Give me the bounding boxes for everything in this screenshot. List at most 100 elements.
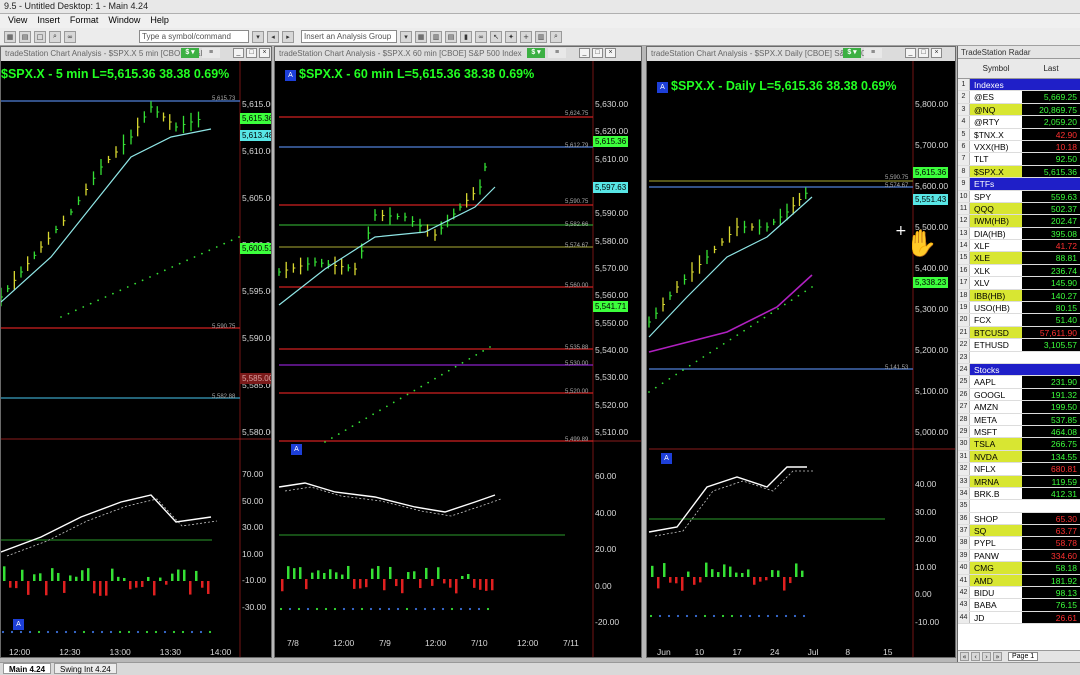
symbol-cell[interactable]: META <box>970 414 1022 425</box>
symbol-cell[interactable]: @NQ <box>970 103 1022 116</box>
symbol-cell[interactable]: BABA <box>970 599 1022 610</box>
radar-row[interactable]: 5 $TNX.X 42.90 <box>958 128 1080 141</box>
symbol-cell[interactable]: AMD <box>970 574 1022 587</box>
radar-row[interactable]: 13 DIA(HB) 395.08 <box>958 227 1080 241</box>
last-column-header[interactable]: Last <box>1022 59 1080 78</box>
close-icon[interactable]: × <box>259 48 270 58</box>
back-icon[interactable]: ◂ <box>267 30 279 43</box>
first-page-icon[interactable]: « <box>960 652 969 661</box>
symbol-cell[interactable]: GOOGL <box>970 389 1022 400</box>
symbol-cell[interactable]: PANW <box>970 550 1022 561</box>
radar-row[interactable]: 2 @ES 5,669.25 <box>958 91 1080 104</box>
link-icon[interactable]: ∞ <box>64 30 76 43</box>
table-icon[interactable]: ▥ <box>430 30 442 43</box>
radar-row[interactable]: 22 ETHUSD 3,105.57 <box>958 339 1080 352</box>
bars-icon[interactable]: ▮ <box>460 30 472 43</box>
dropdown-icon[interactable]: ▾ <box>400 30 412 43</box>
tab-swing[interactable]: Swing Int 4.24 <box>54 663 117 674</box>
next-page-icon[interactable]: › <box>982 652 991 661</box>
symbol-cell[interactable]: TSLA <box>970 438 1022 450</box>
menu-help[interactable]: Help <box>150 15 169 27</box>
symbol-cell[interactable]: XLE <box>970 252 1022 264</box>
dollar-button[interactable]: $ ▾ <box>843 48 861 58</box>
symbol-cell[interactable]: NVDA <box>970 450 1022 463</box>
radar-row[interactable]: 37 SQ 63.77 <box>958 525 1080 538</box>
radar-row[interactable]: 32 NFLX 680.81 <box>958 463 1080 476</box>
page-tab[interactable]: Page 1 <box>1008 652 1039 661</box>
radar-row[interactable]: 26 GOOGL 191.32 <box>958 388 1080 402</box>
menu-insert[interactable]: Insert <box>37 15 60 27</box>
symbol-cell[interactable]: @RTY <box>970 116 1022 127</box>
symbol-cell[interactable]: ETHUSD <box>970 339 1022 350</box>
radar-row[interactable]: 12 IWM(HB) 202.47 <box>958 215 1080 228</box>
radar-row[interactable]: 25 AAPL 231.90 <box>958 376 1080 389</box>
tools-button[interactable]: ≡ <box>548 48 566 58</box>
chart-icon[interactable]: ▤ <box>19 30 31 43</box>
radar-row[interactable]: 21 BTCUSD 57,611.90 <box>958 326 1080 340</box>
minimize-icon[interactable]: _ <box>579 48 590 58</box>
radar-row[interactable]: 42 BIDU 98.13 <box>958 587 1080 600</box>
menu-view[interactable]: View <box>8 15 27 27</box>
radar-row[interactable]: 8 $SPX.X 5,615.36 <box>958 165 1080 179</box>
symbol-cell[interactable] <box>970 500 1022 511</box>
symbol-cell[interactable]: MSFT <box>970 426 1022 437</box>
radar-row[interactable]: 31 NVDA 134.55 <box>958 450 1080 464</box>
indicator-study-icon[interactable]: A <box>291 444 302 455</box>
symbol-cell[interactable]: BTCUSD <box>970 326 1022 339</box>
menu-window[interactable]: Window <box>108 15 140 27</box>
symbol-cell[interactable]: NFLX <box>970 463 1022 474</box>
symbol-column-header[interactable]: Symbol <box>970 59 1022 78</box>
radar-row[interactable]: 38 PYPL 58.78 <box>958 537 1080 550</box>
tools-button[interactable]: ≡ <box>202 48 220 58</box>
symbol-cell[interactable]: TLT <box>970 153 1022 164</box>
zoom-icon[interactable]: ⌕ <box>550 30 562 43</box>
radar-row[interactable]: 4 @RTY 2,059.20 <box>958 116 1080 129</box>
symbol-cell[interactable]: IBB(HB) <box>970 289 1022 302</box>
symbol-cell[interactable]: XLV <box>970 277 1022 288</box>
forward-icon[interactable]: ▸ <box>282 30 294 43</box>
maximize-icon[interactable]: □ <box>592 48 603 58</box>
close-icon[interactable]: × <box>931 48 942 58</box>
symbol-cell[interactable]: AAPL <box>970 376 1022 387</box>
symbol-cell[interactable]: @ES <box>970 91 1022 102</box>
radar-row[interactable]: 18 IBB(HB) 140.27 <box>958 289 1080 303</box>
binoculars-icon[interactable]: ∞ <box>475 30 487 43</box>
symbol-cell[interactable]: DIA(HB) <box>970 228 1022 239</box>
radar-row[interactable]: 19 USO(HB) 80.15 <box>958 302 1080 315</box>
symbol-cell[interactable]: MRNA <box>970 475 1022 487</box>
radar-row[interactable]: 20 FCX 51.40 <box>958 314 1080 327</box>
dropdown-icon[interactable]: ▾ <box>252 30 264 43</box>
symbol-cell[interactable]: AMZN <box>970 401 1022 412</box>
symbol-cell[interactable]: IWM(HB) <box>970 215 1022 227</box>
chart-icon[interactable]: ▤ <box>445 30 457 43</box>
radar-row[interactable]: 15 XLE 88.81 <box>958 252 1080 265</box>
symbol-cell[interactable]: XLF <box>970 240 1022 251</box>
grid-icon[interactable]: ▦ <box>415 30 427 43</box>
symbol-cell[interactable]: PYPL <box>970 537 1022 548</box>
dollar-button[interactable]: $ ▾ <box>527 48 545 58</box>
radar-category-row[interactable]: 9 ETFs <box>958 178 1080 191</box>
symbol-input[interactable]: Type a symbol/command <box>139 30 249 43</box>
radar-category-row[interactable]: 24 Stocks <box>958 363 1080 377</box>
grid-icon[interactable]: ▦ <box>4 30 16 43</box>
menu-format[interactable]: Format <box>70 15 99 27</box>
bar-chart-icon[interactable]: ▥ <box>535 30 547 43</box>
minimize-icon[interactable]: _ <box>905 48 916 58</box>
maximize-icon[interactable]: □ <box>246 48 257 58</box>
chart-study-icon[interactable]: A <box>657 82 668 93</box>
prev-page-icon[interactable]: ‹ <box>971 652 980 661</box>
symbol-cell[interactable]: VXX(HB) <box>970 141 1022 152</box>
symbol-cell[interactable] <box>970 352 1022 363</box>
symbol-cell[interactable]: FCX <box>970 314 1022 325</box>
symbol-cell[interactable]: BIDU <box>970 587 1022 598</box>
symbol-cell[interactable]: BRK.B <box>970 488 1022 499</box>
symbol-cell[interactable]: CMG <box>970 562 1022 574</box>
radar-row[interactable]: 23 <box>958 351 1080 364</box>
radar-row[interactable]: 34 BRK.B 412.31 <box>958 487 1080 501</box>
radar-row[interactable]: 16 XLK 236.74 <box>958 264 1080 278</box>
indicator-study-icon[interactable]: A <box>661 453 672 464</box>
radar-row[interactable]: 39 PANW 334.60 <box>958 549 1080 563</box>
tab-main[interactable]: Main 4.24 <box>3 663 52 674</box>
pointer-icon[interactable]: ↖ <box>490 30 502 43</box>
radar-row[interactable]: 43 BABA 76.15 <box>958 599 1080 612</box>
